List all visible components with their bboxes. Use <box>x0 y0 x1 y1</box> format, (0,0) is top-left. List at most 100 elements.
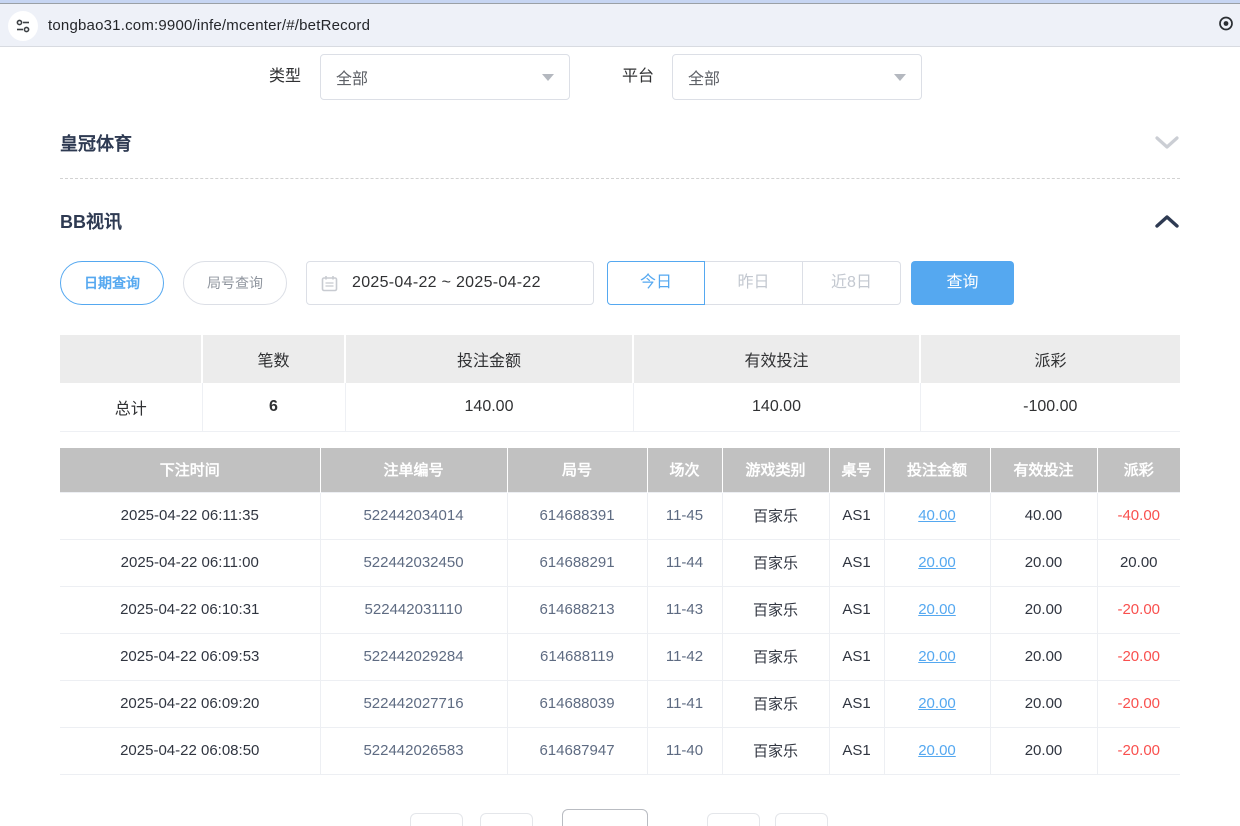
cell-session: 11-43 <box>647 586 722 633</box>
quick-range-group: 今日 昨日 近8日 <box>607 261 901 305</box>
table-row: 2025-04-22 06:08:50 522442026583 6146879… <box>60 727 1180 774</box>
platform-filter-value: 全部 <box>688 65 894 89</box>
cell-table-no: AS1 <box>829 633 884 680</box>
cell-valid: 20.00 <box>990 680 1097 727</box>
browser-chrome: tongbao31.com:9900/infe/mcenter/#/betRec… <box>0 0 1240 47</box>
bet-amount-link[interactable]: 20.00 <box>918 742 956 759</box>
section-bb[interactable]: BB视讯 <box>60 203 1180 239</box>
chevron-down-icon <box>894 74 906 81</box>
date-query-button[interactable]: 日期查询 <box>60 261 164 305</box>
date-range-picker[interactable]: 2025-04-22 ~ 2025-04-22 <box>306 261 594 305</box>
summary-table: 笔数 投注金额 有效投注 派彩 总计 6 140.00 140.00 -100.… <box>60 335 1180 432</box>
pagination-button[interactable] <box>775 813 828 826</box>
cell-payout: -20.00 <box>1097 586 1180 633</box>
summary-header-payout: 派彩 <box>920 335 1180 383</box>
cell-session: 11-40 <box>647 727 722 774</box>
header-session: 场次 <box>647 448 722 492</box>
summary-payout-value: -100.00 <box>920 383 1180 431</box>
cell-valid: 40.00 <box>990 492 1097 539</box>
cell-order: 522442034014 <box>320 492 507 539</box>
site-settings-icon[interactable] <box>8 11 38 41</box>
header-round-no: 局号 <box>507 448 647 492</box>
search-button[interactable]: 查询 <box>911 261 1014 305</box>
bet-amount-link[interactable]: 20.00 <box>918 648 956 665</box>
yesterday-button[interactable]: 昨日 <box>705 261 803 305</box>
type-filter-label: 类型 <box>269 54 301 100</box>
header-bet-time: 下注时间 <box>60 448 320 492</box>
cell-time: 2025-04-22 06:08:50 <box>60 727 320 774</box>
cell-table-no: AS1 <box>829 586 884 633</box>
table-row: 2025-04-22 06:11:35 522442034014 6146883… <box>60 492 1180 539</box>
pagination-button[interactable] <box>480 813 533 826</box>
type-filter-select[interactable]: 全部 <box>320 54 570 100</box>
cell-game: 百家乐 <box>722 680 829 727</box>
target-icon[interactable] <box>1218 15 1234 36</box>
pagination-button[interactable] <box>410 813 463 826</box>
cell-time: 2025-04-22 06:09:20 <box>60 680 320 727</box>
round-query-button[interactable]: 局号查询 <box>183 261 287 305</box>
header-game-type: 游戏类别 <box>722 448 829 492</box>
table-row: 2025-04-22 06:10:31 522442031110 6146882… <box>60 586 1180 633</box>
header-bet-amount: 投注金额 <box>884 448 990 492</box>
header-order-no: 注单编号 <box>320 448 507 492</box>
cell-game: 百家乐 <box>722 633 829 680</box>
cell-table-no: AS1 <box>829 727 884 774</box>
summary-header-blank <box>60 335 202 383</box>
header-valid-bet: 有效投注 <box>990 448 1097 492</box>
chevron-down-icon[interactable] <box>1154 135 1180 151</box>
bet-amount-link[interactable]: 20.00 <box>918 554 956 571</box>
query-toolbar: 日期查询 局号查询 2025-04-22 ~ 2025-04-22 今日 昨日 … <box>60 261 1014 305</box>
bet-amount-link[interactable]: 40.00 <box>918 507 956 524</box>
cell-valid: 20.00 <box>990 539 1097 586</box>
cell-table-no: AS1 <box>829 539 884 586</box>
cell-session: 11-42 <box>647 633 722 680</box>
summary-header-count: 笔数 <box>202 335 345 383</box>
cell-round: 614688291 <box>507 539 647 586</box>
pagination-current-page[interactable] <box>562 809 648 826</box>
summary-header-valid: 有效投注 <box>633 335 920 383</box>
cell-payout: 20.00 <box>1097 539 1180 586</box>
summary-total-row: 总计 6 140.00 140.00 -100.00 <box>60 383 1180 431</box>
bet-record-table: 下注时间 注单编号 局号 场次 游戏类别 桌号 投注金额 有效投注 派彩 202… <box>60 448 1180 775</box>
bet-amount-link[interactable]: 20.00 <box>918 601 956 618</box>
address-bar[interactable]: tongbao31.com:9900/infe/mcenter/#/betRec… <box>0 5 1240 47</box>
cell-round: 614688119 <box>507 633 647 680</box>
cell-valid: 20.00 <box>990 633 1097 680</box>
cell-round: 614688213 <box>507 586 647 633</box>
today-button[interactable]: 今日 <box>607 261 705 305</box>
cell-valid: 20.00 <box>990 727 1097 774</box>
cell-payout: -20.00 <box>1097 727 1180 774</box>
cell-time: 2025-04-22 06:10:31 <box>60 586 320 633</box>
cell-game: 百家乐 <box>722 727 829 774</box>
header-table-no: 桌号 <box>829 448 884 492</box>
chevron-up-icon[interactable] <box>1154 213 1180 229</box>
cell-valid: 20.00 <box>990 586 1097 633</box>
last8days-button[interactable]: 近8日 <box>803 261 901 305</box>
cell-table-no: AS1 <box>829 680 884 727</box>
cell-order: 522442032450 <box>320 539 507 586</box>
section-sports[interactable]: 皇冠体育 <box>60 125 1180 161</box>
cell-order: 522442026583 <box>320 727 507 774</box>
platform-filter-select[interactable]: 全部 <box>672 54 922 100</box>
cell-order: 522442027716 <box>320 680 507 727</box>
table-row: 2025-04-22 06:09:53 522442029284 6146881… <box>60 633 1180 680</box>
summary-header-row: 笔数 投注金额 有效投注 派彩 <box>60 335 1180 383</box>
cell-game: 百家乐 <box>722 586 829 633</box>
summary-valid-value: 140.00 <box>633 383 920 431</box>
cell-table-no: AS1 <box>829 492 884 539</box>
cell-round: 614688039 <box>507 680 647 727</box>
bet-amount-link[interactable]: 20.00 <box>918 695 956 712</box>
platform-filter-label: 平台 <box>622 54 654 100</box>
pagination-button[interactable] <box>707 813 760 826</box>
section-bb-title: BB视讯 <box>60 208 122 234</box>
bet-table-header-row: 下注时间 注单编号 局号 场次 游戏类别 桌号 投注金额 有效投注 派彩 <box>60 448 1180 492</box>
cell-order: 522442029284 <box>320 633 507 680</box>
table-row: 2025-04-22 06:11:00 522442032450 6146882… <box>60 539 1180 586</box>
cell-time: 2025-04-22 06:11:35 <box>60 492 320 539</box>
url-text[interactable]: tongbao31.com:9900/infe/mcenter/#/betRec… <box>48 17 370 34</box>
cell-game: 百家乐 <box>722 539 829 586</box>
header-payout: 派彩 <box>1097 448 1180 492</box>
summary-count-value: 6 <box>202 383 345 431</box>
date-range-value: 2025-04-22 ~ 2025-04-22 <box>352 274 541 292</box>
calendar-icon <box>321 275 338 292</box>
